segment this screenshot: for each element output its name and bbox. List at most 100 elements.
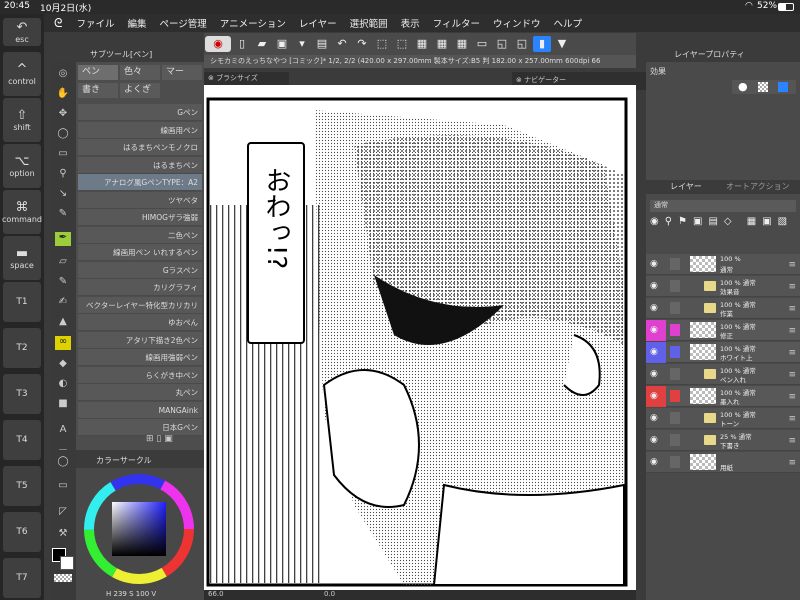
t5-button[interactable]: T5 xyxy=(3,466,41,506)
brush-item[interactable]: HIMOGザラ強弱 xyxy=(78,209,202,226)
brush-item[interactable]: 線画用ペン いれするペン xyxy=(78,244,202,261)
eyedropper-tool-icon[interactable]: ↘ xyxy=(55,188,71,202)
option-button[interactable]: ⌥ option xyxy=(3,144,41,188)
zoom-value[interactable]: 66.0 xyxy=(208,590,224,598)
brush-item[interactable]: ツヤベタ xyxy=(78,191,202,209)
layer-effect-icons[interactable]: ● xyxy=(732,80,796,94)
menu-page[interactable]: ページ管理 xyxy=(159,16,206,30)
menu-icon[interactable]: ≡ xyxy=(788,392,796,402)
menu-icon[interactable]: ≡ xyxy=(788,282,796,292)
tab-iroiro[interactable]: 色々 xyxy=(120,65,160,80)
tab-yokugi[interactable]: よくぎ xyxy=(120,83,160,98)
subtool-footer-icons[interactable]: ⊞ ▯ ▣ xyxy=(146,434,173,444)
ruler-tool-icon[interactable]: ◸ xyxy=(55,506,71,520)
menu-view[interactable]: 表示 xyxy=(401,16,420,30)
menu-icon[interactable]: ≡ xyxy=(788,348,796,358)
layer-row[interactable]: ◉ 100 % 通常 ペン入れ ≡ xyxy=(646,364,800,385)
layer-color-box[interactable] xyxy=(670,434,680,446)
layer-row[interactable]: ◉ 100 % 通常 作業 ≡ xyxy=(646,298,800,319)
text-tool-icon[interactable]: A xyxy=(55,424,71,438)
brush-item[interactable]: はるまちペン xyxy=(78,156,202,174)
brush-item[interactable]: アタリ下描き2色ペン xyxy=(78,331,202,349)
close-icon[interactable]: ⊗ xyxy=(208,74,216,82)
redo-icon[interactable]: ↷ xyxy=(353,36,371,52)
brush-item[interactable]: MANGAink xyxy=(78,401,202,419)
tab-kaki[interactable]: 書き xyxy=(78,83,118,98)
brush-item[interactable]: 二色ペン xyxy=(78,226,202,244)
brush-item[interactable]: カリグラフィ xyxy=(78,279,202,296)
layer-row[interactable]: ◉ 用紙 ≡ xyxy=(646,452,800,473)
layer-color-box[interactable] xyxy=(670,280,680,292)
eye-icon[interactable]: ◉ xyxy=(646,320,666,341)
brush-item[interactable]: はるまちペンモノクロ xyxy=(78,139,202,156)
menu-selection[interactable]: 選択範囲 xyxy=(350,16,388,30)
rectangle-tool-icon[interactable]: ▭ xyxy=(55,480,71,494)
t3-button[interactable]: T3 xyxy=(3,374,41,414)
export-icon[interactable]: ▤ xyxy=(313,36,331,52)
menu-icon[interactable]: ≡ xyxy=(788,370,796,380)
menu-help[interactable]: ヘルプ xyxy=(554,16,583,30)
eye-icon[interactable]: ◉ xyxy=(650,413,662,423)
layer-row[interactable]: ◉ 100 % 通常 トーン ≡ xyxy=(646,408,800,429)
eye-icon[interactable]: ◉ xyxy=(650,435,662,445)
brush-tool-icon[interactable]: ✎ xyxy=(55,208,71,222)
brush-item[interactable]: 丸ペン xyxy=(78,384,202,401)
clip-studio-icon[interactable]: ◉ xyxy=(205,36,231,52)
tab-auto-action[interactable]: オートアクション xyxy=(726,181,790,192)
layer-color-box[interactable] xyxy=(670,258,680,270)
eye-icon[interactable]: ◉ xyxy=(650,457,662,467)
select-tool-icon[interactable]: ▭ xyxy=(55,148,71,162)
brush-item[interactable]: Gペン xyxy=(78,104,202,121)
space-button[interactable]: ▬ space xyxy=(3,236,41,280)
brush-item[interactable]: 線画用ペン xyxy=(78,121,202,139)
open-icon[interactable]: ▰ xyxy=(253,36,271,52)
menu-icon[interactable]: ≡ xyxy=(788,458,796,468)
transparent-swatch[interactable] xyxy=(54,574,72,582)
blend-tool-icon[interactable]: ✍ xyxy=(55,296,71,310)
brush-item[interactable]: アナログ風GペンTYPE：A2 xyxy=(78,174,202,191)
undo-icon[interactable]: ↶ xyxy=(333,36,351,52)
menu-icon[interactable]: ≡ xyxy=(788,414,796,424)
snap-icon[interactable]: ◱ xyxy=(493,36,511,52)
layer-color-box[interactable] xyxy=(670,346,680,358)
t7-button[interactable]: T7 xyxy=(3,558,41,598)
fill-icon[interactable]: ▦ xyxy=(413,36,431,52)
figure-tool-icon[interactable]: ■ xyxy=(55,398,71,412)
bucket-tool-icon[interactable]: ◆ xyxy=(55,358,71,372)
eraser-tool-icon[interactable]: ▱ xyxy=(55,256,71,270)
brush-size-panel[interactable]: ⊗ ブラシサイズ xyxy=(204,72,289,85)
eye-icon[interactable]: ◉ xyxy=(650,303,662,313)
eye-icon[interactable]: ◉ xyxy=(646,342,666,363)
blend-mode-select[interactable]: 通常 xyxy=(650,200,796,212)
angle-value[interactable]: 0.0 xyxy=(324,590,335,598)
tab-pen[interactable]: ペン xyxy=(78,65,118,80)
document-tab[interactable]: シモカミのえっちなやつ [コミック]* 1/2, 2/2 (420.00 x 2… xyxy=(204,55,636,68)
menu-icon[interactable]: ≡ xyxy=(788,326,796,336)
layer-color-box[interactable] xyxy=(670,456,680,468)
menu-window[interactable]: ウィンドウ xyxy=(493,16,541,30)
menu-icon[interactable]: ≡ xyxy=(788,436,796,446)
brush-item[interactable]: 日本Gペン xyxy=(78,419,202,436)
layer-color-box[interactable] xyxy=(670,302,680,314)
t4-button[interactable]: T4 xyxy=(3,420,41,460)
layer-row[interactable]: ◉ 100 % 通常 ホワイト上 ≡ xyxy=(646,342,800,363)
brush-item[interactable]: ベクターレイヤー特化型カリカリ xyxy=(78,296,202,314)
color-wheel[interactable] xyxy=(80,470,198,588)
correction-tool-icon[interactable]: ⚒ xyxy=(55,528,71,542)
dropdown-icon[interactable]: ▾ xyxy=(293,36,311,52)
layer-row[interactable]: ◉ 100 % 通常 ≡ xyxy=(646,254,800,275)
brush-item[interactable]: ゆおぺん xyxy=(78,314,202,331)
layer-toolbar-icons[interactable]: ◉⚲⚑▣▤◇ ▦▣▧ xyxy=(650,216,796,246)
eye-icon[interactable]: ◉ xyxy=(650,369,662,379)
t1-button[interactable]: T1 xyxy=(3,282,41,322)
menu-file[interactable]: ファイル xyxy=(76,16,114,30)
glasses-tool-icon[interactable]: ∞ xyxy=(55,336,71,350)
move-tool-icon[interactable]: ✥ xyxy=(55,108,71,122)
esc-button[interactable]: ↶ esc xyxy=(3,18,41,46)
menu-layer[interactable]: レイヤー xyxy=(299,16,337,30)
layer-row[interactable]: ◉ 100 % 通常 墨入れ ≡ xyxy=(646,386,800,407)
layer-color-box[interactable] xyxy=(670,368,680,380)
snap2-icon[interactable]: ◱ xyxy=(513,36,531,52)
grid2-icon[interactable]: ▦ xyxy=(453,36,471,52)
menu-edit[interactable]: 編集 xyxy=(127,16,146,30)
